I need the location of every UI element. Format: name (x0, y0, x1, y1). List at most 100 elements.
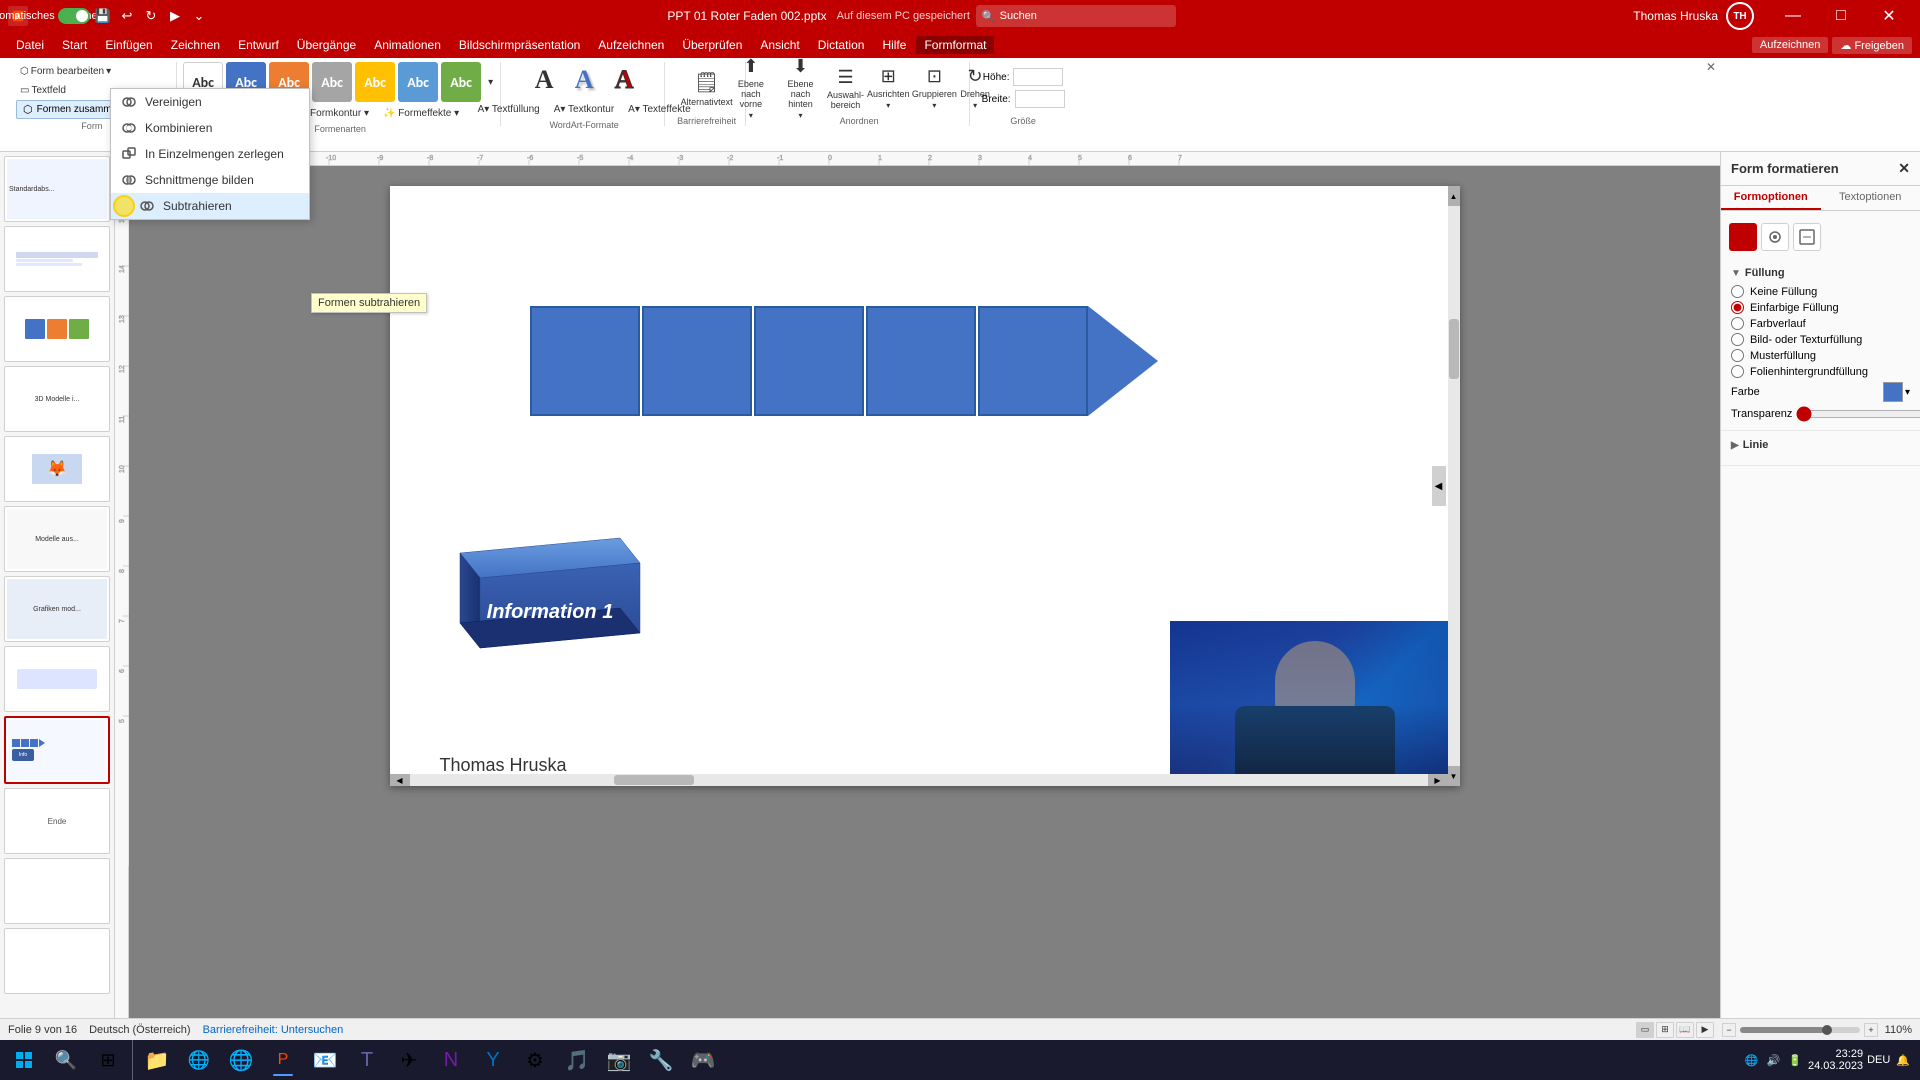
taskbar-extra5[interactable]: 🎮 (683, 1042, 723, 1078)
maximize-button[interactable]: □ (1818, 0, 1864, 32)
panel-icon-layout[interactable] (1793, 223, 1821, 251)
subtrahieren-item[interactable]: Subtrahieren Formen subtrahieren (111, 193, 309, 219)
accessibility-indicator[interactable]: Barrierefreiheit: Untersuchen (203, 1024, 344, 1036)
slide-thumb-10[interactable]: 10 Ende (4, 788, 110, 854)
tab-textoptionen[interactable]: Textoptionen (1821, 186, 1920, 210)
menu-start[interactable]: Start (54, 36, 95, 54)
menu-aufzeichnen[interactable]: Aufzeichnen (590, 36, 672, 54)
formeffekte-btn[interactable]: ✨ Formeffekte ▾ (379, 104, 463, 122)
aufzeichnen-btn[interactable]: Aufzeichnen (1752, 37, 1829, 53)
zoom-thumb[interactable] (1822, 1025, 1832, 1035)
keine-fuellung-option[interactable]: Keine Füllung (1731, 285, 1910, 298)
start-button[interactable] (4, 1042, 44, 1078)
search-box[interactable]: 🔍 Suchen (976, 5, 1176, 27)
slide-thumb-11[interactable]: 11 (4, 858, 110, 924)
taskbar-outlook[interactable]: 📧 (305, 1042, 345, 1078)
scroll-thumb[interactable] (1449, 319, 1459, 379)
wordart-3[interactable]: A (606, 62, 642, 98)
taskbar-extra1[interactable]: ⚙ (515, 1042, 555, 1078)
ebene-hinten-btn[interactable]: ⬇ Ebene nachhinten ▾ (777, 62, 825, 114)
taskbar-network[interactable]: 🌐 (1743, 1052, 1761, 1069)
slide-thumb-9[interactable]: 9 Info (4, 716, 110, 784)
taskbar-edge[interactable]: 🌐 (179, 1042, 219, 1078)
vereinigen-item[interactable]: Vereinigen (111, 89, 309, 115)
menu-dictation[interactable]: Dictation (810, 36, 873, 54)
minimize-button[interactable]: — (1770, 0, 1816, 32)
slide-thumb-1[interactable]: 1 Standardabs... (4, 156, 110, 222)
slideshow-btn[interactable]: ▶ (1696, 1022, 1714, 1038)
einzelmengen-item[interactable]: In Einzelmengen zerlegen (111, 141, 309, 167)
normal-view-btn[interactable]: ▭ (1636, 1022, 1654, 1038)
keine-fuellung-radio[interactable] (1731, 285, 1744, 298)
scroll-right-btn[interactable]: ▶ (1428, 774, 1448, 786)
folienhintergrund-option[interactable]: Folienhintergrundfüllung (1731, 365, 1910, 378)
taskbar-teams[interactable]: T (347, 1042, 387, 1078)
fuellung-section-title[interactable]: ▼ Füllung (1731, 267, 1910, 279)
style-5[interactable]: Abc (355, 62, 395, 102)
textfeld-btn[interactable]: ▭ Textfeld (16, 81, 70, 99)
farbverlauf-radio[interactable] (1731, 317, 1744, 330)
info-button[interactable]: Information 1 (430, 533, 650, 686)
textkontur-btn[interactable]: A▾ Textkontur (550, 100, 618, 118)
menu-bildschirm[interactable]: Bildschirmpräsentation (451, 36, 588, 54)
task-view-btn[interactable]: ⊞ (88, 1042, 128, 1078)
slide-thumb-2[interactable]: 2 (4, 226, 110, 292)
bild-textur-option[interactable]: Bild- oder Texturfüllung (1731, 333, 1910, 346)
panel-icon-fill[interactable] (1729, 223, 1757, 251)
farbverlauf-option[interactable]: Farbverlauf (1731, 317, 1910, 330)
scroll-left-btn[interactable]: ◀ (390, 774, 410, 786)
kombinieren-item[interactable]: Kombinieren (111, 115, 309, 141)
ausrichten-btn[interactable]: ⊞ Ausrichten ▾ (867, 62, 910, 114)
search-taskbar-btn[interactable]: 🔍 (46, 1042, 86, 1078)
einfarbige-fuellung-radio[interactable] (1731, 301, 1744, 314)
folienhintergrund-radio[interactable] (1731, 365, 1744, 378)
slide-thumb-8[interactable]: 8 (4, 646, 110, 712)
zoom-level[interactable]: 110% (1882, 1024, 1912, 1036)
save-btn[interactable]: 💾 (92, 5, 114, 27)
notification-btn[interactable]: 🔔 (1894, 1052, 1912, 1069)
color-picker-btn[interactable] (1883, 382, 1903, 402)
slide-thumb-5[interactable]: 5 🦊 (4, 436, 110, 502)
freigeben-btn[interactable]: ☁ Freigeben (1832, 37, 1912, 54)
style-6[interactable]: Abc (398, 62, 438, 102)
taskbar-extra2[interactable]: 🎵 (557, 1042, 597, 1078)
bild-textur-radio[interactable] (1731, 333, 1744, 346)
reading-view-btn[interactable]: 📖 (1676, 1022, 1694, 1038)
taskbar-telegram[interactable]: ✈ (389, 1042, 429, 1078)
taskbar-chrome[interactable]: 🌐 (221, 1042, 261, 1078)
menu-animationen[interactable]: Animationen (366, 36, 449, 54)
width-input[interactable] (1015, 90, 1065, 108)
collapse-sidebar-btn[interactable]: ◀ (1432, 466, 1446, 506)
zoom-out-btn[interactable]: − (1722, 1023, 1736, 1037)
vertical-scrollbar[interactable]: ▲ ▼ (1448, 186, 1460, 786)
slide-sorter-btn[interactable]: ⊞ (1656, 1022, 1674, 1038)
taskbar-extra3[interactable]: 📷 (599, 1042, 639, 1078)
tab-formoptionen[interactable]: Formoptionen (1721, 186, 1821, 210)
h-scroll-thumb[interactable] (614, 775, 694, 785)
zoom-in-btn[interactable]: + (1864, 1023, 1878, 1037)
muster-radio[interactable] (1731, 349, 1744, 362)
style-7[interactable]: Abc (441, 62, 481, 102)
taskbar-lang[interactable]: DEU (1867, 1054, 1890, 1066)
slide-thumb-7[interactable]: 7 Grafiken mod... (4, 576, 110, 642)
gruppieren-btn[interactable]: ⊡ Gruppieren ▾ (912, 62, 957, 114)
color-dropdown-arrow[interactable]: ▾ (1905, 387, 1910, 398)
form-bearbeiten-btn[interactable]: ⬡ Form bearbeiten ▾ (16, 62, 115, 80)
autosave-toggle[interactable] (58, 8, 90, 24)
menu-uebergaenge[interactable]: Übergänge (289, 36, 364, 54)
scroll-up-btn[interactable]: ▲ (1448, 186, 1460, 206)
einfarbige-fuellung-option[interactable]: Einfarbige Füllung (1731, 301, 1910, 314)
ebene-vorne-btn[interactable]: ⬆ Ebene nachvorne ▾ (727, 62, 775, 114)
transparency-slider[interactable] (1796, 406, 1920, 422)
menu-zeichnen[interactable]: Zeichnen (163, 36, 228, 54)
qa-more-btn[interactable]: ⌄ (188, 5, 210, 27)
auswahlbereich-btn[interactable]: ☰ Auswahl-bereich (826, 62, 865, 114)
muster-option[interactable]: Musterfüllung (1731, 349, 1910, 362)
close-button[interactable]: ✕ (1866, 0, 1912, 32)
style-4[interactable]: Abc (312, 62, 352, 102)
taskbar-battery[interactable]: 🔋 (1786, 1052, 1804, 1069)
linie-section-title[interactable]: ▶ Linie (1731, 439, 1910, 451)
more-styles-btn[interactable]: ▾ (484, 73, 497, 91)
slide-thumb-3[interactable]: 3 (4, 296, 110, 362)
slide-thumb-4[interactable]: 4 3D Modelle i... (4, 366, 110, 432)
